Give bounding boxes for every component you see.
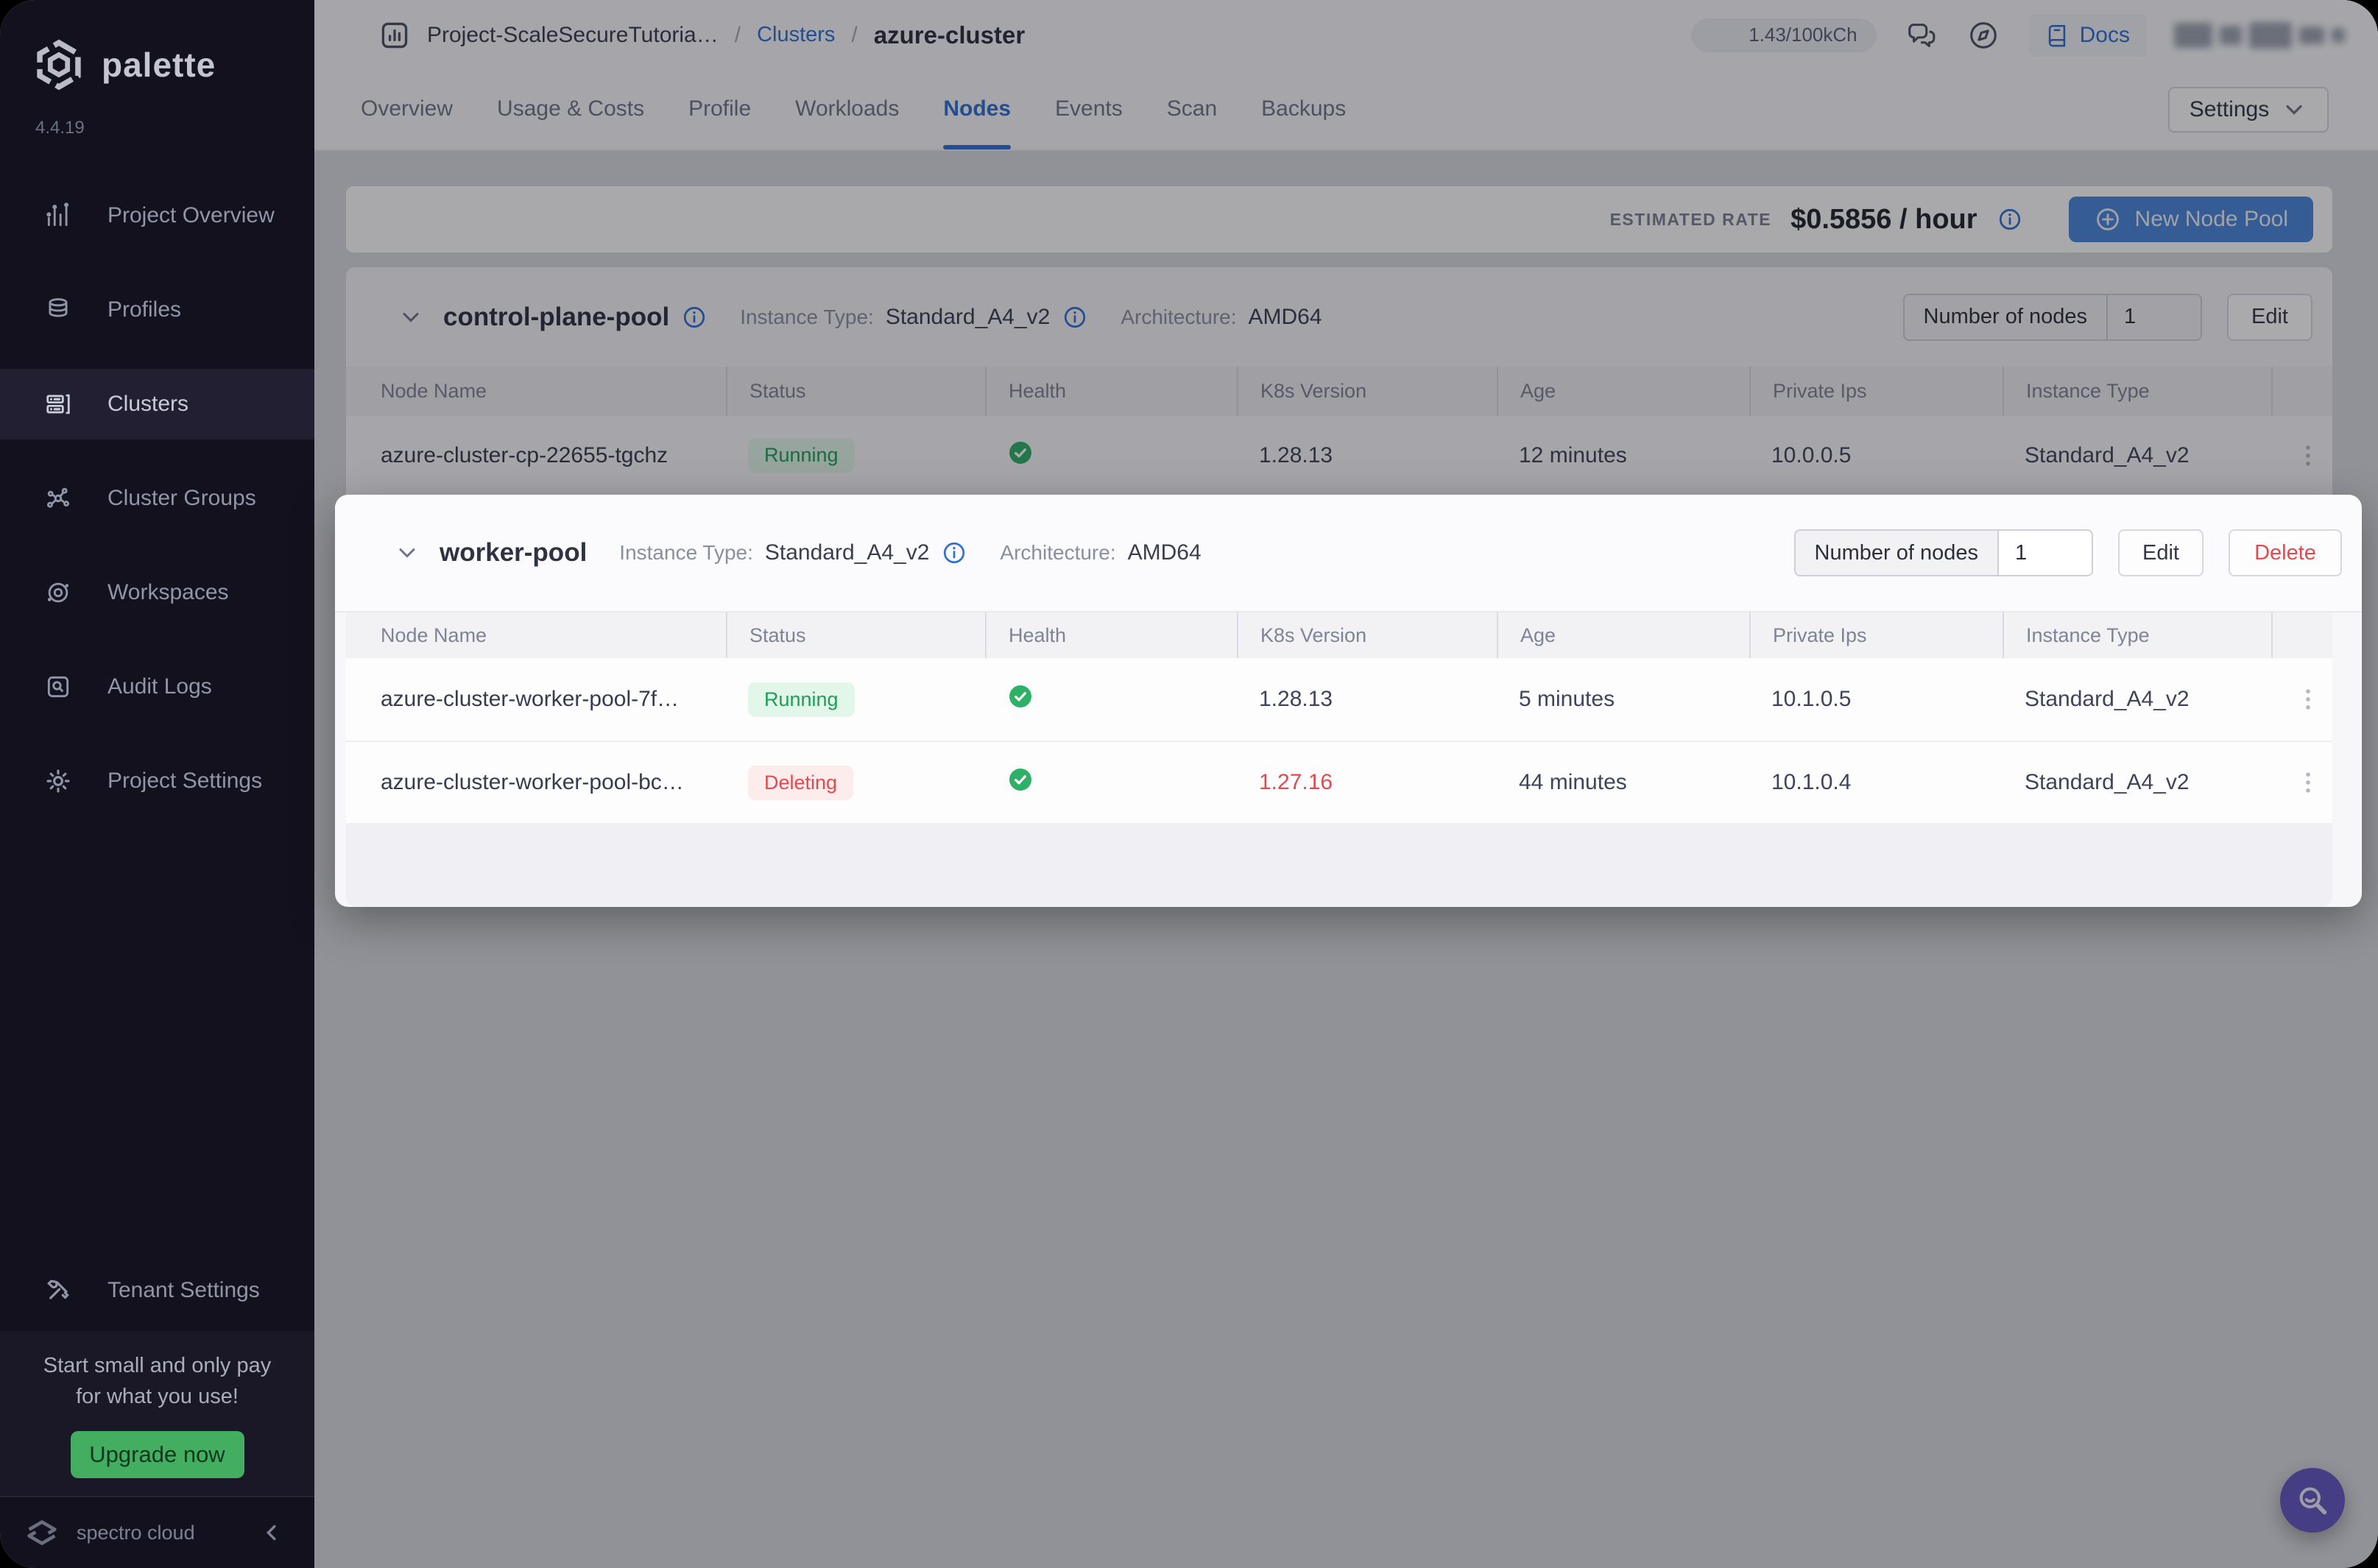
upgrade-now-button[interactable]: Upgrade now [70,1431,244,1478]
column-k8s-version: K8s Version [1237,612,1519,658]
sidebar-item-label: Profiles [107,297,182,322]
column-instance-type: Instance Type [2003,612,2293,658]
instance-type: Standard_A4_v2 [2025,687,2190,711]
worker-pool-table-footer [346,823,2332,907]
node-age: 5 minutes [1519,687,1615,711]
info-icon[interactable] [941,540,967,566]
worker-pool-header: worker-pool Instance Type: Standard_A4_v… [335,495,2362,612]
node-age: 44 minutes [1519,770,1627,794]
gear-icon [46,769,70,793]
sidebar-item-label: Cluster Groups [107,486,256,510]
instance-type-label: Instance Type: [619,541,753,564]
bar-chart-icon [46,202,69,227]
instance-type-value: Standard_A4_v2 [764,540,930,565]
k8s-version: 1.27.16 [1259,770,1333,794]
row-menu-icon[interactable] [2293,766,2323,799]
column-actions [2271,612,2332,658]
pool-actions: Number of nodes 1 Edit Delete [1793,529,2342,576]
delete-pool-button[interactable]: Delete [2229,529,2342,576]
number-of-nodes-input[interactable]: 1 [1997,531,2092,575]
sidebar-item-label: Project Settings [107,769,263,793]
app-version: 4.4.19 [35,118,85,138]
server-icon [46,394,70,414]
column-private-ips: Private Ips [1749,612,2025,658]
pool-name: worker-pool [440,538,588,567]
sidebar-item-cluster-groups[interactable]: Cluster Groups [0,463,314,534]
node-name: azure-cluster-worker-pool-bc… [381,770,684,794]
network-icon [46,487,70,508]
architecture-label: Architecture: [1000,541,1116,564]
architecture-value: AMD64 [1127,540,1202,565]
column-health: Health [985,612,1259,658]
palette-logo: palette [0,0,314,91]
health-check-icon [1009,769,1031,791]
number-of-nodes-field: Number of nodes 1 [1793,529,2093,576]
row-menu-icon[interactable] [2293,682,2323,716]
app-window: palette 4.4.19 Project Overview Profiles… [0,0,2378,1568]
collapse-sidebar-icon[interactable] [260,1520,285,1545]
promo-text-line1: Start small and only pay [43,1354,272,1377]
status-badge: Running [748,682,855,717]
palette-logo-icon [37,39,81,91]
table-row: azure-cluster-worker-pool-7f… Running 1.… [346,658,2332,741]
private-ips: 10.1.0.4 [1771,770,1852,794]
column-age: Age [1497,612,1771,658]
sidebar-item-project-settings[interactable]: Project Settings [0,746,314,816]
sidebar-item-label: Audit Logs [107,674,212,699]
log-search-icon [47,676,69,698]
column-node-name: Node Name [381,624,487,646]
node-name: azure-cluster-worker-pool-7f… [381,687,680,711]
private-ips: 10.1.0.5 [1771,687,1852,711]
sidebar: palette 4.4.19 Project Overview Profiles… [0,0,314,1568]
sidebar-item-label: Clusters [107,392,189,416]
instance-type: Standard_A4_v2 [2025,770,2190,794]
table-row: azure-cluster-worker-pool-bc… Deleting 1… [346,741,2332,823]
sidebar-footer: spectro cloud [0,1496,314,1568]
sidebar-item-audit-logs[interactable]: Audit Logs [0,651,314,722]
column-status: Status [726,612,1007,658]
brand-name: palette [102,46,216,84]
layers-icon [49,298,68,317]
number-of-nodes-label: Number of nodes [1814,540,1978,565]
nodes-table-header: Node Name Status Health K8s Version Age … [346,612,2332,658]
sidebar-item-label: Tenant Settings [107,1278,260,1302]
sidebar-item-project-overview[interactable]: Project Overview [0,180,314,251]
upgrade-promo: Start small and only pay for what you us… [0,1331,314,1496]
worker-pool-highlight-card: worker-pool Instance Type: Standard_A4_v… [335,495,2362,907]
sidebar-item-workspaces[interactable]: Workspaces [0,557,314,628]
sidebar-item-label: Workspaces [107,580,229,604]
tools-icon [47,1279,69,1299]
promo-text-line2: for what you use! [76,1385,239,1408]
sidebar-item-profiles[interactable]: Profiles [0,275,314,345]
sidebar-item-clusters[interactable]: Clusters [0,369,314,439]
sidebar-item-label: Project Overview [107,203,275,227]
spectro-cloud-logo-icon [27,1520,57,1545]
edit-pool-button[interactable]: Edit [2118,529,2204,576]
sidebar-nav: Project Overview Profiles Clusters Clust… [0,180,314,816]
k8s-version: 1.28.13 [1259,687,1333,711]
health-check-icon [1009,685,1031,707]
sidebar-item-tenant-settings[interactable]: Tenant Settings [0,1255,314,1326]
orbit-icon [47,582,69,603]
status-badge: Deleting [748,765,854,800]
main-content: Project-ScaleSecureTutoria… / Clusters /… [314,0,2378,1568]
footer-brand: spectro cloud [77,1521,195,1544]
chevron-down-icon[interactable] [394,540,420,566]
